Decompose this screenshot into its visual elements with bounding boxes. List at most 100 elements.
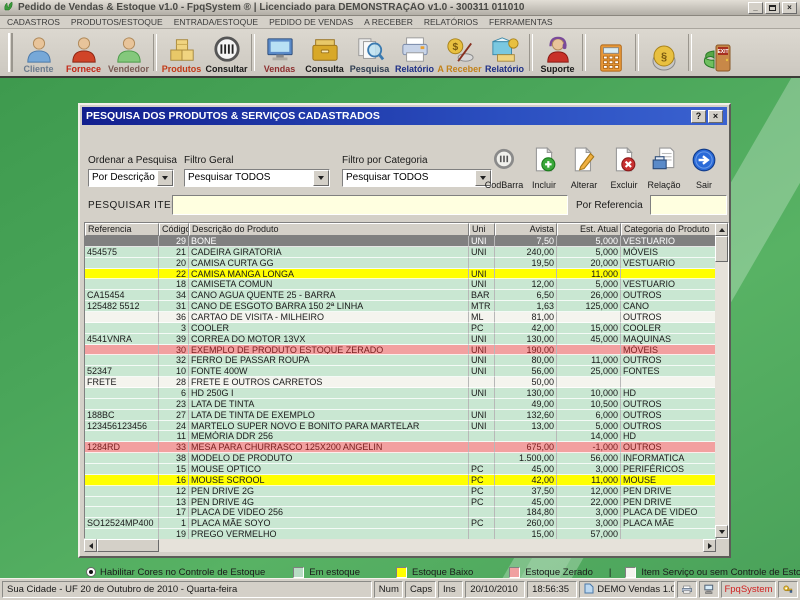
by-reference-input[interactable]: [650, 195, 727, 215]
dialog-help-button[interactable]: ?: [691, 110, 706, 123]
table-row[interactable]: SO12524MP400 1 PLACA MÃE SOYO PC 260,00 …: [85, 518, 717, 529]
table-row[interactable]: 13 PEN DRIVE 4G PC 45,00 22,000 PEN DRIV…: [85, 497, 717, 508]
table-row[interactable]: 4541VNRA 39 CORREA DO MOTOR 13VX UNI 130…: [85, 334, 717, 345]
cell-avista: 1.500,00: [495, 453, 557, 464]
menu-item-ferramentas[interactable]: FERRAMENTAS: [489, 17, 553, 27]
column-header-avista[interactable]: Avista: [495, 223, 557, 236]
toolbar-button-consultar[interactable]: Consultar: [204, 30, 249, 75]
table-row[interactable]: 15 MOUSE OPTICO PC 45,00 3,000 PERIFÉRIC…: [85, 464, 717, 475]
status-printer-icon[interactable]: [677, 581, 697, 598]
toolbar-button-a-receber[interactable]: $ A Receber: [437, 30, 482, 75]
cell-referencia: [85, 236, 159, 247]
table-row[interactable]: 123456123456 24 MARTELO SUPER NOVO E BON…: [85, 421, 717, 432]
close-button[interactable]: ×: [782, 2, 797, 14]
column-header-uni[interactable]: Uni: [469, 223, 495, 236]
cell-uni: MTR: [469, 301, 495, 312]
chevron-down-icon[interactable]: [313, 170, 329, 186]
relacao-button[interactable]: Relação: [644, 147, 684, 190]
minimize-button[interactable]: _: [748, 2, 763, 14]
toolbar-button-relatorio-receber[interactable]: Relatório: [482, 30, 527, 75]
dialog-titlebar[interactable]: PESQUISA DOS PRODUTOS & SERVIÇOS CADASTR…: [82, 107, 727, 125]
scroll-down-icon[interactable]: [715, 525, 728, 538]
column-header-categoria[interactable]: Categoria do Produto: [621, 223, 717, 236]
cell-codigo: 18: [159, 279, 189, 290]
horizontal-scroll-thumb[interactable]: [97, 539, 159, 552]
toolbar-button-relatorio[interactable]: Relatório: [392, 30, 437, 75]
status-keys-icon[interactable]: [778, 581, 798, 598]
table-row[interactable]: FRETE 28 FRETE E OUTROS CARRETOS 50,00: [85, 377, 717, 388]
legend-item-servico: Item Serviço ou sem Controle de Estoque: [625, 567, 800, 578]
desktop: PESQUISA DOS PRODUTOS & SERVIÇOS CADASTR…: [0, 78, 800, 578]
table-row[interactable]: 36 CARTAO DE VISITA - MILHEIRO ML 81,00 …: [85, 312, 717, 323]
table-row[interactable]: 11 MEMÓRIA DDR 256 14,000 HD: [85, 431, 717, 442]
sair-button[interactable]: Sair: [684, 147, 724, 190]
column-header-codigo[interactable]: Código: [159, 223, 189, 236]
column-header-est-atual[interactable]: Est. Atual: [557, 223, 621, 236]
table-row[interactable]: 125482 5512 31 CANO DE ESGOTO BARRA 150 …: [85, 301, 717, 312]
toolbar-button-vendedor[interactable]: Vendedor: [106, 30, 151, 75]
table-row[interactable]: 188BC 27 LATA DE TINTA DE EXEMPLO UNI 13…: [85, 410, 717, 421]
filter-category-select[interactable]: Pesquisar TODOS: [342, 169, 492, 187]
table-row[interactable]: 22 CAMISA MANGA LONGA UNI 11,000: [85, 269, 717, 280]
menu-item-a-receber[interactable]: A RECEBER: [364, 17, 413, 27]
cell-est-atual: 3,000: [557, 464, 621, 475]
toolbar-button-pesquisa[interactable]: Pesquisa: [347, 30, 392, 75]
toolbar-button-produtos[interactable]: Produtos: [159, 30, 204, 75]
scroll-up-icon[interactable]: [715, 223, 728, 236]
table-row[interactable]: 18 CAMISETA COMUN UNI 12,00 5,000 VESTUA…: [85, 279, 717, 290]
toolbar-button-calculator[interactable]: [588, 30, 633, 75]
table-row[interactable]: 29 BONE UNI 7,50 5,000 VESTUARIO: [85, 236, 717, 247]
column-header-descricao[interactable]: Descrição do Produto: [189, 223, 469, 236]
table-row[interactable]: CA15454 34 CANO AGUA QUENTE 25 - BARRA B…: [85, 290, 717, 301]
add-page-icon: [531, 147, 557, 178]
table-row[interactable]: 16 MOUSE SCROOL PC 42,00 11,000 MOUSE: [85, 475, 717, 486]
menu-item-pedido-de-vendas[interactable]: PEDIDO DE VENDAS: [269, 17, 353, 27]
toolbar-button-cliente[interactable]: Cliente: [16, 30, 61, 75]
table-row[interactable]: 6 HD 250G I UNI 130,00 10,000 HD: [85, 388, 717, 399]
enable-colors-radio[interactable]: Habilitar Cores no Controle de Estoque: [86, 567, 265, 578]
menu-item-produtos-estoque[interactable]: PRODUTOS/ESTOQUE: [71, 17, 163, 27]
toolbar-button-consulta[interactable]: Consulta: [302, 30, 347, 75]
toolbar-separator: [251, 34, 255, 71]
chevron-down-icon[interactable]: [157, 170, 173, 186]
table-row[interactable]: 1284RD 33 MESA PARA CHURRASCO 125X200 AN…: [85, 442, 717, 453]
cell-avista: 130,00: [495, 388, 557, 399]
restore-button[interactable]: [765, 2, 780, 14]
table-row[interactable]: 454575 21 CADEIRA GIRATORIA UNI 240,00 5…: [85, 247, 717, 258]
table-row[interactable]: 3 COOLER PC 42,00 15,000 COOLER: [85, 323, 717, 334]
toolbar-button-coin[interactable]: §: [641, 30, 686, 75]
vertical-scrollbar[interactable]: [715, 223, 728, 538]
table-row[interactable]: 12 PEN DRIVE 2G PC 37,50 12,000 PEN DRIV…: [85, 486, 717, 497]
table-row[interactable]: 38 MODELO DE PRODUTO 1.500,00 56,000 INF…: [85, 453, 717, 464]
incluir-button[interactable]: Incluir: [524, 147, 564, 190]
status-computer-icon[interactable]: [699, 581, 719, 598]
search-item-input[interactable]: [172, 195, 568, 215]
order-search-select[interactable]: Por Descrição: [88, 169, 174, 187]
menu-item-relat-rios[interactable]: RELATÓRIOS: [424, 17, 478, 27]
menu-item-entrada-estoque[interactable]: ENTRADA/ESTOQUE: [174, 17, 258, 27]
vertical-scroll-thumb[interactable]: [715, 236, 728, 262]
table-row[interactable]: 30 EXEMPLO DE PRODUTO ESTOQUE ZERADO UNI…: [85, 345, 717, 356]
table-row[interactable]: 20 CAMISA CURTA GG 19,50 20,000 VESTUARI…: [85, 258, 717, 269]
table-row[interactable]: 17 PLACA DE VIDEO 256 184,80 3,000 PLACA…: [85, 507, 717, 518]
toolbar-button-vendas[interactable]: Vendas: [257, 30, 302, 75]
column-header-referencia[interactable]: Referencia: [85, 223, 159, 236]
alterar-button[interactable]: Alterar: [564, 147, 604, 190]
codbarra-button[interactable]: CodBarra: [484, 147, 524, 190]
scroll-right-icon[interactable]: [703, 539, 716, 552]
filter-general-select[interactable]: Pesquisar TODOS: [184, 169, 330, 187]
menu-item-cadastros[interactable]: CADASTROS: [7, 17, 60, 27]
toolbar-button-fornece[interactable]: Fornece: [61, 30, 106, 75]
horizontal-scrollbar[interactable]: [84, 539, 716, 552]
toolbar-button-exit[interactable]: EXIT: [694, 30, 739, 75]
cell-categoria: MOUSE: [621, 475, 717, 486]
scroll-left-icon[interactable]: [84, 539, 97, 552]
table-row[interactable]: 23 LATA DE TINTA 49,00 10,500 OUTROS: [85, 399, 717, 410]
products-boxes-icon: [166, 36, 198, 64]
excluir-button[interactable]: Excluir: [604, 147, 644, 190]
toolbar-button-suporte[interactable]: Suporte: [535, 30, 580, 75]
table-row[interactable]: 32 FERRO DE PASSAR ROUPA UNI 80,00 11,00…: [85, 355, 717, 366]
table-row[interactable]: 52347 10 FONTE 400W UNI 56,00 25,000 FON…: [85, 366, 717, 377]
dialog-close-button[interactable]: ×: [708, 110, 723, 123]
cell-codigo: 33: [159, 442, 189, 453]
